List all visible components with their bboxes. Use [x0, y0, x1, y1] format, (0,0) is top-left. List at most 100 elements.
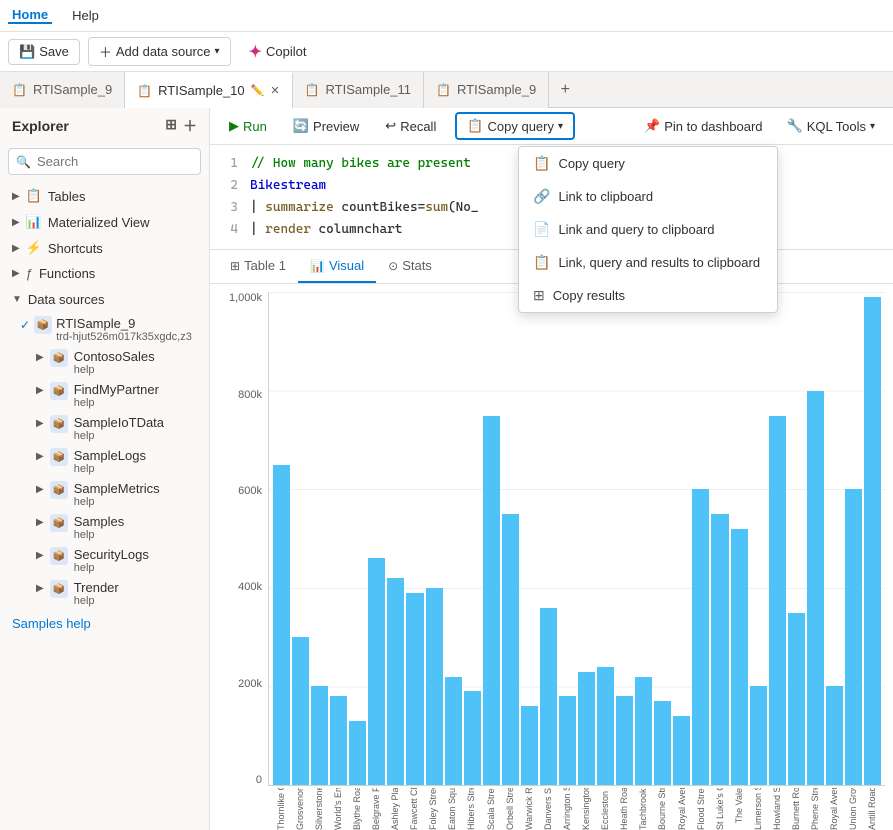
dropdown-item-link-query-clipboard[interactable]: 📄 Link and query to clipboard: [519, 213, 777, 246]
kql-tools-button[interactable]: 🔧 KQL Tools ▾: [777, 114, 885, 138]
list-item[interactable]: ▶ 📦 SampleMetricshelp: [0, 478, 209, 511]
bar[interactable]: [845, 489, 862, 785]
expand-icon: ▶: [36, 352, 44, 363]
bar[interactable]: [502, 514, 519, 785]
dropdown-item-link-query-results[interactable]: 📋 Link, query and results to clipboard: [519, 246, 777, 279]
nav-help[interactable]: Help: [68, 8, 103, 23]
data-source-name: Samples: [74, 514, 125, 529]
dropdown-item-copy-query[interactable]: 📋 Copy query: [519, 147, 777, 180]
pin-dashboard-button[interactable]: 📌 Pin to dashboard: [634, 114, 772, 138]
tab-rtisample9-2[interactable]: 📋 RTISample_9: [424, 72, 549, 108]
bar[interactable]: [349, 721, 366, 785]
bar[interactable]: [807, 391, 824, 785]
sidebar-item-functions[interactable]: ▶ ƒ Functions: [0, 261, 209, 286]
preview-button[interactable]: 🔄 Preview: [282, 113, 370, 139]
copy-icon: 📋: [467, 118, 483, 134]
copy-query-button[interactable]: 📋 Copy query ▾: [455, 112, 575, 140]
tab-rtisample10[interactable]: 📋 RTISample_10 ✏️ ✕: [125, 72, 292, 108]
link-icon: 🔗: [533, 188, 550, 205]
bar[interactable]: [540, 608, 557, 785]
x-label: Heath Road: [616, 788, 633, 828]
x-label: Royal Avenue 2: [673, 788, 690, 828]
data-source-name: RTISample_9: [56, 316, 192, 331]
close-icon[interactable]: ✕: [270, 84, 279, 97]
bar[interactable]: [788, 613, 805, 785]
bar[interactable]: [692, 489, 709, 785]
ds-icon: 📦: [50, 514, 68, 532]
expand-icon[interactable]: ⊞: [165, 116, 177, 136]
save-button[interactable]: 💾 Save: [8, 39, 80, 65]
bar[interactable]: [426, 588, 443, 785]
bar[interactable]: [597, 667, 614, 785]
add-item-icon[interactable]: ＋: [183, 116, 197, 136]
bar[interactable]: [387, 578, 404, 785]
bar[interactable]: [711, 514, 728, 785]
data-sources-header[interactable]: ▼ Data sources: [0, 286, 209, 313]
bar[interactable]: [616, 696, 633, 785]
recall-button[interactable]: ↩ Recall: [374, 113, 447, 139]
nav-home[interactable]: Home: [8, 7, 52, 24]
x-label: Belgrave Place: [367, 788, 384, 828]
list-item[interactable]: ▶ 📦 FindMyPartnerhelp: [0, 379, 209, 412]
bar[interactable]: [635, 677, 652, 785]
tab-icon: 📋: [305, 83, 320, 97]
tab-table1[interactable]: ⊞ Table 1: [218, 250, 298, 283]
line-number: 3: [222, 197, 238, 219]
edit-icon[interactable]: ✏️: [251, 84, 265, 97]
bar[interactable]: [330, 696, 347, 785]
add-icon: ＋: [99, 42, 112, 61]
bar[interactable]: [769, 416, 786, 785]
bar[interactable]: [864, 297, 881, 785]
tab-rtisample9-1[interactable]: 📋 RTISample_9: [0, 72, 125, 108]
x-label: Silverstone Road: [310, 788, 327, 828]
bar[interactable]: [445, 677, 462, 785]
bar[interactable]: [311, 686, 328, 785]
x-label: Bourne Street: [654, 788, 671, 828]
bar[interactable]: [750, 686, 767, 785]
bar[interactable]: [731, 529, 748, 785]
samples-help[interactable]: Samples help: [0, 610, 209, 637]
sidebar-item-materialized-view[interactable]: ▶ 📊 Materialized View: [0, 209, 209, 235]
bar[interactable]: [292, 637, 309, 785]
sidebar-item-tables[interactable]: ▶ 📋 Tables: [0, 183, 209, 209]
expand-icon: ▶: [36, 583, 44, 594]
x-label: Arrington Street: [558, 788, 575, 828]
search-input[interactable]: [8, 148, 201, 175]
x-label: St Luke's Church: [711, 788, 728, 828]
list-item[interactable]: ▶ 📦 Sampleshelp: [0, 511, 209, 544]
bar[interactable]: [521, 706, 538, 785]
bar[interactable]: [273, 465, 290, 785]
kql-icon: 🔧: [787, 118, 803, 134]
dropdown-item-link-clipboard[interactable]: 🔗 Link to clipboard: [519, 180, 777, 213]
bar[interactable]: [826, 686, 843, 785]
list-item[interactable]: ▶ 📦 SampleLogshelp: [0, 445, 209, 478]
data-source-name: ContosoSales: [74, 349, 155, 364]
tab-visual[interactable]: 📊 Visual: [298, 250, 376, 283]
x-label: Grosvenor Crescent: [291, 788, 308, 828]
bar[interactable]: [464, 691, 481, 785]
dropdown-item-copy-results[interactable]: ⊞ Copy results: [519, 279, 777, 312]
expand-icon: ▶: [36, 550, 44, 561]
tab-stats[interactable]: ⊙ Stats: [376, 250, 444, 283]
bar[interactable]: [559, 696, 576, 785]
add-data-source-button[interactable]: ＋ Add data source ▾: [88, 37, 231, 66]
list-item[interactable]: ▶ 📦 ContosoSaleshelp: [0, 346, 209, 379]
data-source-sub: help: [74, 562, 149, 574]
run-button[interactable]: ▶ Run: [218, 113, 278, 139]
sidebar-item-shortcuts[interactable]: ▶ ⚡ Shortcuts: [0, 235, 209, 261]
list-item[interactable]: ▶ 📦 SampleIoTDatahelp: [0, 412, 209, 445]
bar[interactable]: [654, 701, 671, 785]
bar[interactable]: [673, 716, 690, 785]
bar[interactable]: [368, 558, 385, 785]
list-item[interactable]: ✓ 📦 RTISample_9 trd-hjut526m017k35xgdc,z…: [0, 313, 209, 346]
y-axis: 1,000k 800k 600k 400k 200k 0: [218, 292, 268, 786]
list-item[interactable]: ▶ 📦 Trenderhelp: [0, 577, 209, 610]
list-item[interactable]: ▶ 📦 SecurityLogshelp: [0, 544, 209, 577]
add-tab-button[interactable]: +: [549, 72, 581, 108]
tab-rtisample11[interactable]: 📋 RTISample_11: [293, 72, 424, 108]
bar[interactable]: [578, 672, 595, 785]
bar[interactable]: [406, 593, 423, 785]
x-label: Eccleston Place: [597, 788, 614, 828]
copilot-button[interactable]: ✦ Copilot: [239, 38, 317, 66]
bar[interactable]: [483, 416, 500, 785]
